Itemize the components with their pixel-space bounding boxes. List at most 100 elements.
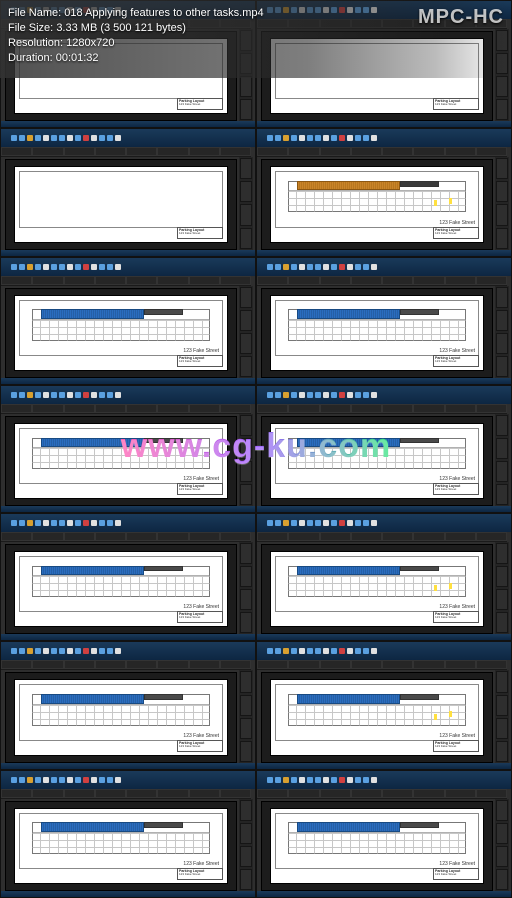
- thumbnail[interactable]: Parking Layout123 Fake Street123 Fake St…: [0, 641, 256, 769]
- floor-plan: [288, 822, 466, 854]
- cad-statusbar: [257, 378, 511, 384]
- cad-statusbar: [1, 891, 255, 897]
- thumbnail[interactable]: Parking Layout123 Fake Street123 Fake St…: [0, 513, 256, 641]
- cad-right-panel: [239, 799, 253, 891]
- cad-app-titlebar: [257, 386, 511, 404]
- thumbnail-grid: Parking Layout123 Fake StreetParking Lay…: [0, 0, 512, 898]
- cad-ribbon: [257, 276, 507, 286]
- app-name: MPC-HC: [418, 6, 504, 72]
- drawing-sheet: Parking Layout123 Fake Street123 Fake St…: [270, 423, 484, 499]
- cad-canvas: Parking Layout123 Fake Street123 Fake St…: [261, 288, 493, 378]
- cad-app-titlebar: [1, 258, 255, 276]
- cad-ribbon: [1, 660, 251, 670]
- thumbnail[interactable]: Parking Layout123 Fake Street123 Fake St…: [256, 257, 512, 385]
- drawing-sheet: Parking Layout123 Fake Street123 Fake St…: [270, 295, 484, 371]
- sheet-caption: 123 Fake Street: [439, 476, 475, 482]
- cad-statusbar: [257, 891, 511, 897]
- cad-statusbar: [1, 763, 255, 769]
- thumbnail[interactable]: Parking Layout123 Fake Street123 Fake St…: [0, 385, 256, 513]
- floor-plan: [288, 309, 466, 341]
- thumbnail[interactable]: Parking Layout123 Fake Street123 Fake St…: [256, 513, 512, 641]
- title-block: Parking Layout123 Fake Street: [433, 483, 479, 495]
- thumbnail[interactable]: Parking Layout123 Fake Street123 Fake St…: [256, 385, 512, 513]
- sheet-caption: 123 Fake Street: [183, 861, 219, 867]
- floor-plan: [288, 438, 466, 470]
- thumbnail[interactable]: Parking Layout123 Fake Street123 Fake St…: [256, 770, 512, 898]
- sheet-caption: 123 Fake Street: [439, 604, 475, 610]
- cad-ribbon: [257, 789, 507, 799]
- cad-ribbon: [257, 532, 507, 542]
- drawing-sheet: Parking Layout123 Fake Street123 Fake St…: [14, 295, 228, 371]
- floor-plan: [32, 694, 210, 726]
- drawing-sheet: Parking Layout123 Fake Street123 Fake St…: [270, 808, 484, 884]
- cad-ribbon: [1, 276, 251, 286]
- title-block: Parking Layout123 Fake Street: [433, 227, 479, 239]
- cad-app-titlebar: [257, 129, 511, 147]
- title-block: Parking Layout123 Fake Street: [433, 868, 479, 880]
- cad-canvas: Parking Layout123 Fake Street123 Fake St…: [261, 416, 493, 506]
- cad-app-titlebar: [257, 642, 511, 660]
- floor-plan: [32, 822, 210, 854]
- cad-right-panel: [239, 157, 253, 249]
- cad-canvas: Parking Layout123 Fake Street123 Fake St…: [261, 544, 493, 634]
- cad-statusbar: [257, 634, 511, 640]
- cad-right-panel: [239, 670, 253, 762]
- cad-app-titlebar: [1, 386, 255, 404]
- drawing-sheet: Parking Layout123 Fake Street123 Fake St…: [270, 166, 484, 242]
- title-block: Parking Layout123 Fake Street: [433, 98, 479, 110]
- title-block: Parking Layout123 Fake Street: [177, 355, 223, 367]
- thumbnail[interactable]: Parking Layout123 Fake Street123 Fake St…: [0, 257, 256, 385]
- cad-app-titlebar: [1, 514, 255, 532]
- cad-canvas: Parking Layout123 Fake Street: [5, 159, 237, 249]
- cad-canvas: Parking Layout123 Fake Street123 Fake St…: [5, 544, 237, 634]
- drawing-sheet: Parking Layout123 Fake Street123 Fake St…: [14, 551, 228, 627]
- cad-right-panel: [495, 542, 509, 634]
- thumbnail[interactable]: Parking Layout123 Fake Street123 Fake St…: [256, 641, 512, 769]
- cad-canvas: Parking Layout123 Fake Street123 Fake St…: [5, 416, 237, 506]
- title-block: Parking Layout123 Fake Street: [177, 227, 223, 239]
- sheet-caption: 123 Fake Street: [439, 348, 475, 354]
- title-block: Parking Layout123 Fake Street: [177, 483, 223, 495]
- drawing-sheet: Parking Layout123 Fake Street123 Fake St…: [270, 679, 484, 755]
- floor-plan: [288, 181, 466, 213]
- cad-statusbar: [257, 506, 511, 512]
- drawing-sheet: Parking Layout123 Fake Street123 Fake St…: [14, 808, 228, 884]
- cad-canvas: Parking Layout123 Fake Street123 Fake St…: [261, 801, 493, 891]
- cad-statusbar: [1, 634, 255, 640]
- sheet-caption: 123 Fake Street: [183, 476, 219, 482]
- floor-plan: [32, 566, 210, 598]
- cad-statusbar: [257, 121, 511, 127]
- cad-right-panel: [495, 670, 509, 762]
- cad-canvas: Parking Layout123 Fake Street123 Fake St…: [5, 801, 237, 891]
- floor-plan: [32, 438, 210, 470]
- cad-ribbon: [1, 404, 251, 414]
- cad-app-titlebar: [1, 129, 255, 147]
- sheet-caption: 123 Fake Street: [439, 861, 475, 867]
- cad-app-titlebar: [257, 258, 511, 276]
- cad-ribbon: [1, 147, 251, 157]
- thumbnail[interactable]: Parking Layout123 Fake Street123 Fake St…: [256, 128, 512, 256]
- sheet-caption: 123 Fake Street: [439, 220, 475, 226]
- cad-right-panel: [495, 799, 509, 891]
- cad-right-panel: [495, 286, 509, 378]
- cad-statusbar: [257, 250, 511, 256]
- title-block: Parking Layout123 Fake Street: [433, 355, 479, 367]
- cad-canvas: Parking Layout123 Fake Street123 Fake St…: [261, 672, 493, 762]
- title-block: Parking Layout123 Fake Street: [177, 611, 223, 623]
- cad-app-titlebar: [1, 771, 255, 789]
- cad-ribbon: [1, 789, 251, 799]
- cad-right-panel: [239, 414, 253, 506]
- cad-canvas: Parking Layout123 Fake Street123 Fake St…: [5, 288, 237, 378]
- cad-statusbar: [257, 763, 511, 769]
- cad-canvas: Parking Layout123 Fake Street123 Fake St…: [5, 672, 237, 762]
- floor-plan: [288, 566, 466, 598]
- title-block: Parking Layout123 Fake Street: [177, 98, 223, 110]
- thumbnail[interactable]: Parking Layout123 Fake Street123 Fake St…: [0, 770, 256, 898]
- cad-statusbar: [1, 506, 255, 512]
- drawing-sheet: Parking Layout123 Fake Street123 Fake St…: [14, 423, 228, 499]
- title-block: Parking Layout123 Fake Street: [433, 740, 479, 752]
- drawing-sheet: Parking Layout123 Fake Street: [14, 166, 228, 242]
- thumbnail[interactable]: Parking Layout123 Fake Street: [0, 128, 256, 256]
- cad-app-titlebar: [257, 514, 511, 532]
- cad-right-panel: [239, 542, 253, 634]
